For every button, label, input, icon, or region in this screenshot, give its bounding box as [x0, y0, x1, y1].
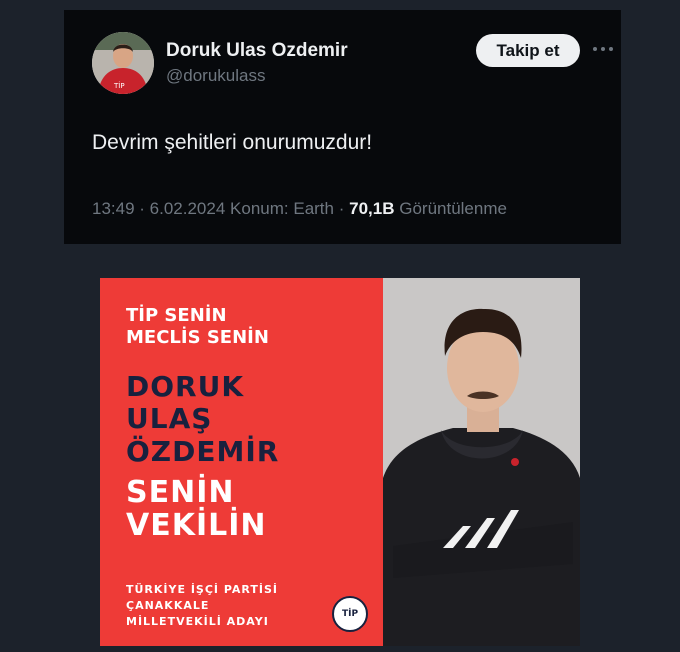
username[interactable]: @dorukulass	[166, 66, 265, 86]
tweet-date[interactable]: 6.02.2024	[150, 199, 226, 218]
poster-name-2: ULAŞ	[126, 402, 213, 435]
display-name[interactable]: Doruk Ulas Ozdemir	[166, 40, 348, 62]
poster-role: MİLLETVEKİLİ ADAYI	[126, 615, 269, 628]
poster-line-2: MECLİS SENİN	[126, 327, 269, 348]
poster-city: ÇANAKKALE	[126, 599, 210, 612]
poster-name-1: DORUK	[126, 370, 245, 403]
avatar[interactable]: TİP	[92, 32, 154, 94]
poster-line-1: TİP SENİN	[126, 305, 227, 326]
poster-slogan-1: SENİN	[126, 475, 235, 510]
views-label: Görüntülenme	[399, 199, 507, 218]
more-horizontal-icon[interactable]	[588, 34, 618, 64]
poster-slogan-2: VEKİLİN	[126, 508, 267, 543]
follow-button[interactable]: Takip et	[476, 34, 580, 67]
candidate-photo	[383, 278, 580, 646]
tweet-time[interactable]: 13:49	[92, 199, 135, 218]
tweet-card: TİP Doruk Ulas Ozdemir @dorukulass Takip…	[64, 10, 621, 244]
tweet-meta: 13:49 · 6.02.2024 Konum: Earth · 70,1B G…	[92, 199, 507, 218]
party-logo-icon: TİP	[332, 596, 368, 632]
svg-text:TİP: TİP	[113, 81, 125, 90]
poster-party: TÜRKİYE İŞÇİ PARTİSİ	[126, 583, 278, 596]
campaign-poster-image: TİP SENİN MECLİS SENİN DORUK ULAŞ ÖZDEMİ…	[100, 278, 580, 646]
tweet-location: Konum: Earth	[230, 199, 334, 218]
poster-name-3: ÖZDEMİR	[126, 435, 280, 468]
views-count: 70,1B	[349, 199, 395, 218]
tweet-text: Devrim şehitleri onurumuzdur!	[92, 131, 373, 154]
